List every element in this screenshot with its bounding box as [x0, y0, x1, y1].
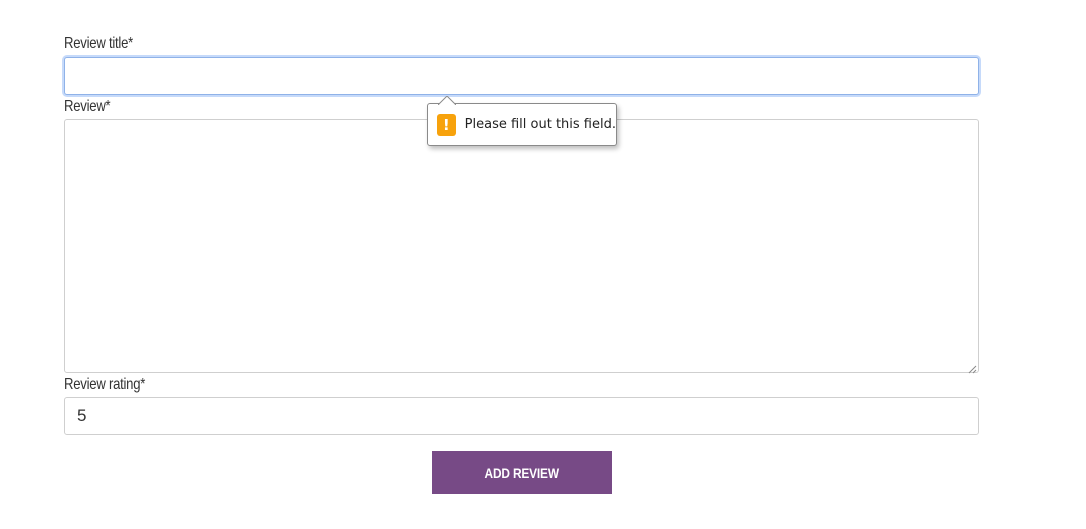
- review-form-page: Review title* Review* Review rating* ADD…: [0, 0, 1086, 529]
- review-rating-label: Review rating*: [64, 376, 146, 393]
- warning-icon: !: [437, 113, 456, 136]
- warning-icon-glyph: !: [442, 115, 450, 134]
- add-review-button[interactable]: ADD REVIEW: [432, 451, 612, 494]
- validation-message: Please fill out this field.: [464, 117, 616, 132]
- review-title-label: Review title*: [64, 35, 133, 52]
- review-textarea[interactable]: [64, 119, 979, 373]
- resize-grip-icon[interactable]: [967, 361, 977, 374]
- review-title-input[interactable]: [64, 57, 979, 95]
- review-rating-input[interactable]: [64, 397, 979, 435]
- add-review-button-label: ADD REVIEW: [484, 464, 560, 481]
- validation-tooltip: ! Please fill out this field.: [427, 96, 617, 146]
- review-label: Review*: [64, 98, 111, 115]
